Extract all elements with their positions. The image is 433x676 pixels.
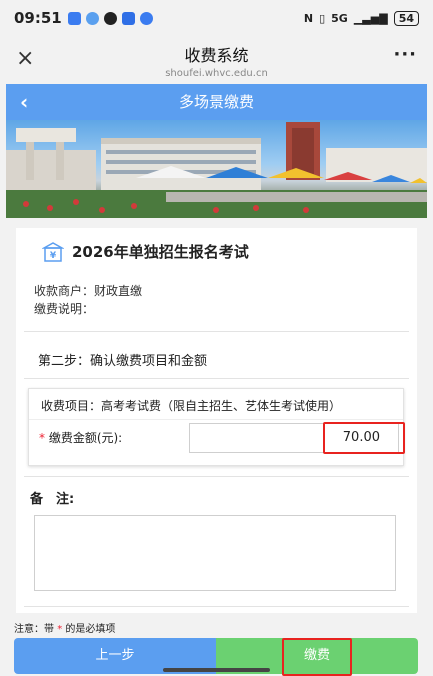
divider: [24, 331, 409, 332]
vibrate-icon: ▯: [319, 11, 326, 25]
exam-title-text: 2026年单独招生报名考试: [72, 243, 249, 261]
note-suffix: 的是必填项: [65, 624, 116, 635]
payment-bag-icon: ¥: [42, 241, 64, 262]
qq-notification-icon: [103, 11, 117, 25]
campus-banner-image: [6, 120, 427, 218]
exam-title: ¥ 2026年单独招生报名考试: [42, 241, 249, 262]
browser-title-bar: × 收费系统 shoufei.whvc.edu.cn ···: [0, 36, 433, 84]
amount-label-text: 缴费金额(元):: [45, 431, 123, 445]
pay-highlight-box: [282, 638, 352, 676]
nfc-icon: N: [303, 11, 314, 25]
payment-card: ¥ 2026年单独招生报名考试 收款商户：财政直缴 缴费说明： 第二步：确认缴费…: [16, 228, 417, 613]
close-icon[interactable]: ×: [16, 46, 34, 71]
more-menu-icon[interactable]: ···: [393, 44, 417, 65]
page-title: 收费系统: [184, 46, 249, 65]
required-note: 注意：带 * 的是必填项: [14, 620, 115, 635]
divider: [24, 606, 409, 607]
browser-notification-icon: [139, 11, 153, 25]
tencent-notification-icon: [121, 11, 135, 25]
signal-label: 5G: [331, 11, 348, 25]
note-star: *: [57, 624, 63, 635]
divider: [24, 476, 409, 477]
divider: [24, 378, 409, 379]
nav-title: 多场景缴费: [178, 93, 254, 111]
app-notification-icon: [67, 11, 81, 25]
signal-icon: ▁▃▅▇: [353, 11, 388, 25]
amount-label: * 缴费金额(元):: [39, 429, 122, 446]
status-time: 09:51: [14, 9, 62, 27]
payment-description: 缴费说明：: [34, 302, 95, 316]
remark-textarea[interactable]: [34, 515, 396, 591]
divider: [29, 419, 403, 420]
note-prefix: 注意：带: [14, 624, 54, 635]
fee-item-box: 收费项目：高考考试费（限自主招生、艺体生考试使用） * 缴费金额(元): 70.…: [28, 388, 405, 466]
step-heading: 第二步：确认缴费项目和金额: [38, 354, 208, 369]
back-arrow-icon[interactable]: ‹: [20, 84, 28, 120]
home-indicator[interactable]: [163, 668, 270, 672]
page-domain: shoufei.whvc.edu.cn: [165, 68, 268, 79]
cloud-notification-icon: [85, 11, 99, 25]
remark-label: 备 注:: [30, 492, 75, 507]
merchant-info: 收款商户：财政直缴: [34, 284, 143, 298]
battery-indicator: 54: [393, 10, 419, 26]
fee-item-label: 收费项目：高考考试费（限自主招生、艺体生考试使用）: [41, 399, 342, 413]
nav-header: ‹ 多场景缴费: [6, 84, 427, 120]
svg-text:¥: ¥: [50, 251, 57, 261]
status-bar: 09:51 N ▯ 5G ▁▃▅▇ 54: [0, 0, 433, 36]
amount-highlight-box: [323, 422, 405, 454]
